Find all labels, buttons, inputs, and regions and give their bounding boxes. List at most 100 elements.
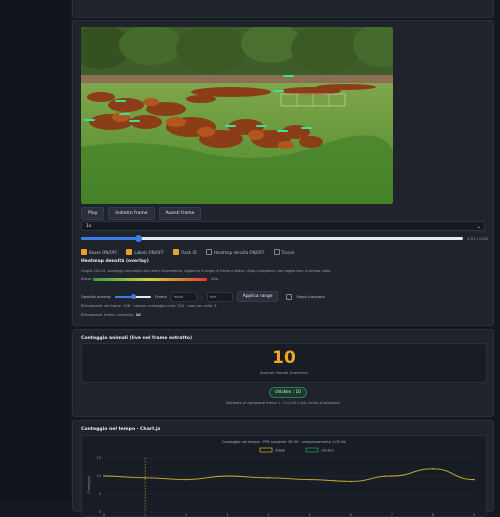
data-point: [144, 477, 146, 479]
play-button[interactable]: Play: [81, 207, 105, 220]
toggle-checkbox[interactable]: [172, 249, 179, 255]
data-point: [349, 480, 352, 483]
y-axis-label: Conteggio: [87, 476, 91, 493]
toggle-checkbox[interactable]: [273, 249, 280, 255]
detection-label: [115, 100, 126, 102]
frame-label: Frame: [155, 294, 167, 299]
opacity-slider[interactable]: [115, 293, 151, 299]
series-line: [103, 468, 475, 482]
toggle-item[interactable]: Track ID: [172, 249, 197, 255]
count-card: Conteggio animali (live nel frame estrat…: [72, 329, 494, 417]
detection-label: [256, 125, 267, 127]
scale-high-label: Alta: [211, 277, 219, 281]
detection-label: [301, 127, 312, 129]
heatmap-gradient: [93, 278, 207, 281]
count-box: 10 Animali rilevati (timeline): [81, 343, 487, 383]
frame-to-input[interactable]: fine: [206, 291, 233, 302]
opacity-handle[interactable]: [131, 293, 136, 299]
toggle-item[interactable]: Tracce: [273, 249, 295, 255]
x-tick-label: 9: [473, 513, 475, 516]
detection-label: [119, 113, 130, 115]
speed-select[interactable]: 1x ⌄: [81, 221, 485, 231]
range-dash: –: [200, 294, 203, 299]
x-tick-label: 4: [267, 513, 269, 516]
x-tick-label: 1: [144, 513, 146, 516]
data-point: [226, 475, 229, 477]
toggle-checkbox[interactable]: [81, 249, 87, 255]
apply-range-button[interactable]: Applica range: [236, 291, 279, 302]
data-point: [103, 475, 105, 477]
time-display: 0:01 / 0:28: [467, 236, 488, 241]
current-detections: Rilevamenti (frame corrente): 10: [81, 313, 141, 317]
toggle-item[interactable]: Heatmap densità ON/OFF: [205, 249, 265, 255]
count-chart: Conteggio nel tempo · FPS sorgente 30.00…: [87, 440, 475, 516]
detection-label: [273, 90, 284, 92]
toggle-checkbox[interactable]: [126, 249, 133, 255]
y-tick-label: 15: [97, 456, 101, 460]
toggle-item[interactable]: Labels ON/OFF: [126, 249, 164, 255]
legend-swatch: [305, 447, 319, 453]
legend-swatch: [259, 447, 273, 453]
x-tick-label: 2: [185, 513, 187, 516]
data-point: [267, 477, 270, 479]
frame-back-button[interactable]: Indietro frame: [108, 207, 155, 220]
follow-playback-checkbox[interactable]: [286, 293, 293, 300]
chart-title: Conteggio nel tempo · FPS sorgente 30.00…: [222, 440, 347, 444]
y-tick-label: 5: [99, 492, 101, 496]
toggle-label: Boxes ON/OFF: [89, 249, 118, 255]
video-card: Play Indietro frame Avanti frame 1x ⌄ 0:…: [72, 20, 494, 326]
current-detections-value: 10: [135, 313, 141, 317]
toggle-item[interactable]: Boxes ON/OFF: [81, 249, 117, 255]
top-card: [72, 0, 494, 18]
data-point: [185, 478, 188, 481]
detection-label: [129, 120, 140, 122]
count-subtitle: Animali rilevati (timeline): [259, 370, 309, 375]
video-image: [81, 27, 393, 204]
toggle-label: Heatmap densità ON/OFF: [213, 249, 265, 255]
current-detections-label: Rilevamenti (frame corrente):: [81, 313, 135, 317]
toggle-checkbox[interactable]: [205, 249, 212, 255]
x-tick-label: 8: [432, 513, 434, 516]
legend-label: chicken: [321, 449, 334, 453]
detection-label: [225, 125, 236, 127]
video-frame[interactable]: [81, 27, 393, 204]
overlay-toggles: Boxes ON/OFF Labels ON/OFF Track ID Heatmap…: [81, 249, 294, 255]
chart-card-title: Conteggio nel tempo · Chart.js: [81, 427, 161, 432]
seek-fill: [81, 237, 139, 240]
data-point: [473, 478, 475, 481]
left-pane: [0, 0, 70, 500]
detections-note: Rilevamenti nel frame: 106 · nessun cont…: [81, 304, 217, 308]
toggle-label: Track ID: [180, 249, 197, 255]
data-point: [390, 475, 393, 477]
y-tick-label: 0: [99, 510, 101, 514]
count-value: 10: [272, 348, 296, 368]
frame-from-input[interactable]: inizio: [170, 291, 197, 302]
x-tick-label: 6: [350, 513, 352, 516]
x-tick-label: 0: [103, 513, 105, 516]
chart-card: Conteggio nel tempo · Chart.js Conteggio…: [72, 420, 494, 517]
toggle-label: Labels ON/OFF: [134, 249, 164, 255]
heatmap-controls: Opacità overlay Frame inizio – fine Appl…: [81, 291, 325, 302]
follow-playback-label: Segui playback: [296, 294, 326, 299]
seek-handle[interactable]: [135, 235, 143, 242]
chevron-down-icon: ⌄: [476, 224, 481, 230]
toggle-label: Tracce: [281, 249, 295, 255]
count-note: Allineato al campione frame 1 · t=1.00 s…: [226, 401, 340, 405]
seek-slider[interactable]: [81, 235, 463, 242]
frame-forward-button[interactable]: Avanti frame: [158, 207, 202, 220]
heatmap-description: Griglia 20×15, conteggi cumulativi dei c…: [81, 269, 332, 273]
x-tick-label: 5: [308, 513, 310, 516]
data-point: [432, 468, 434, 470]
detection-label: [277, 130, 288, 132]
scale-low-label: Bassa: [81, 277, 92, 281]
x-tick-label: 3: [226, 513, 228, 516]
chart-area: Conteggio nel tempo · FPS sorgente 30.00…: [81, 435, 487, 517]
legend-label: Totale: [274, 449, 285, 453]
detection-label: [283, 75, 294, 77]
opacity-label: Opacità overlay: [81, 294, 111, 299]
speed-value: 1x: [86, 224, 92, 229]
detection-label: [84, 119, 95, 121]
playback-buttons: Play Indietro frame Avanti frame: [81, 207, 202, 220]
class-count-badge: chicken : 10: [269, 387, 307, 398]
heatmap-title: Heatmap densità (overlay): [81, 259, 149, 264]
